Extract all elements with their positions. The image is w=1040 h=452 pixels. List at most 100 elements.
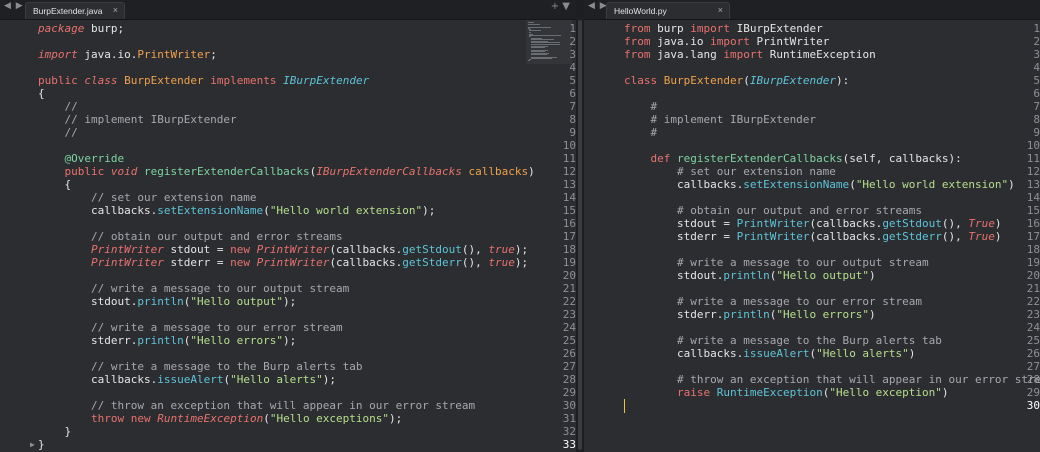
line-number[interactable]: 16: [1016, 217, 1040, 230]
code-text[interactable]: callbacks.setExtensionName("Hello world …: [38, 204, 435, 217]
line-number[interactable]: 3: [1016, 48, 1040, 61]
line-number[interactable]: 5: [1016, 74, 1040, 87]
line-number[interactable]: 31: [550, 412, 576, 425]
code-line[interactable]: 1 from burp import IBurpExtender: [584, 22, 1040, 35]
code-text[interactable]: #: [624, 126, 657, 139]
code-line[interactable]: 27 // write a message to the Burp alerts…: [0, 360, 576, 373]
line-number[interactable]: 27: [1016, 360, 1040, 373]
line-number[interactable]: 18: [550, 243, 576, 256]
code-text[interactable]: //: [38, 100, 77, 113]
code-text[interactable]: package burp;: [38, 22, 124, 35]
code-line[interactable]: 23: [0, 308, 576, 321]
code-line[interactable]: 27: [584, 360, 1040, 373]
code-line[interactable]: 8 # implement IBurpExtender: [584, 113, 1040, 126]
code-line[interactable]: 9 #: [584, 126, 1040, 139]
code-line[interactable]: 14: [584, 191, 1040, 204]
line-number[interactable]: 32: [550, 425, 576, 438]
code-line[interactable]: 28 # throw an exception that will appear…: [584, 373, 1040, 386]
code-line[interactable]: 16 stdout = PrintWriter(callbacks.getStd…: [584, 217, 1040, 230]
line-number[interactable]: 8: [1016, 113, 1040, 126]
code-line[interactable]: 4: [0, 61, 576, 74]
code-text[interactable]: callbacks.issueAlert("Hello alerts");: [38, 373, 336, 386]
code-text[interactable]: raise RuntimeException("Hello exception"…: [624, 386, 949, 399]
code-line[interactable]: 22 # write a message to our error stream: [584, 295, 1040, 308]
code-text[interactable]: public void registerExtenderCallbacks(IB…: [38, 165, 535, 178]
line-number[interactable]: 29: [550, 386, 576, 399]
line-number[interactable]: 33: [550, 438, 576, 451]
line-number[interactable]: 10: [1016, 139, 1040, 152]
code-line[interactable]: 13 callbacks.setExtensionName("Hello wor…: [584, 178, 1040, 191]
line-number[interactable]: 19: [1016, 256, 1040, 269]
code-line[interactable]: 11 def registerExtenderCallbacks(self, c…: [584, 152, 1040, 165]
code-text[interactable]: // write a message to our error stream: [38, 321, 343, 334]
line-number[interactable]: 30: [550, 399, 576, 412]
line-number[interactable]: 21: [1016, 282, 1040, 295]
line-number[interactable]: 13: [1016, 178, 1040, 191]
code-text[interactable]: # write a message to our output stream: [624, 256, 929, 269]
code-text[interactable]: PrintWriter stderr = new PrintWriter(cal…: [38, 256, 528, 269]
code-line[interactable]: 26: [0, 347, 576, 360]
line-number[interactable]: 28: [550, 373, 576, 386]
tab-nav-arrows[interactable]: ◀ ▶: [588, 1, 608, 11]
code-line[interactable]: 10: [0, 139, 576, 152]
code-line[interactable]: 22 stdout.println("Hello output");: [0, 295, 576, 308]
code-line[interactable]: 15 # obtain our output and error streams: [584, 204, 1040, 217]
code-line[interactable]: 12 public void registerExtenderCallbacks…: [0, 165, 577, 178]
code-line[interactable]: 30: [584, 399, 1040, 413]
code-line[interactable]: 16: [0, 217, 576, 230]
code-line[interactable]: 18 PrintWriter stdout = new PrintWriter(…: [0, 243, 576, 256]
code-line[interactable]: 2: [0, 35, 576, 48]
line-number[interactable]: 5: [550, 74, 576, 87]
code-text[interactable]: stderr.println("Hello errors");: [38, 334, 296, 347]
code-line[interactable]: 21 // write a message to our output stre…: [0, 282, 576, 295]
code-line[interactable]: 32 }: [0, 425, 576, 438]
code-text[interactable]: PrintWriter stdout = new PrintWriter(cal…: [38, 243, 528, 256]
code-editor-python[interactable]: 1 from burp import IBurpExtender 2 from jav…: [584, 20, 1040, 452]
code-line[interactable]: 31 throw new RuntimeException("Hello exc…: [0, 412, 576, 425]
tab-burpextender-java[interactable]: BurpExtender.java ×: [25, 2, 125, 19]
line-number[interactable]: 6: [1016, 87, 1040, 100]
line-number[interactable]: 12: [550, 165, 576, 178]
line-number[interactable]: 15: [1016, 204, 1040, 217]
code-line[interactable]: 25 stderr.println("Hello errors");: [0, 334, 576, 347]
code-text[interactable]: throw new RuntimeException("Hello except…: [38, 412, 402, 425]
code-line[interactable]: 4: [584, 61, 1040, 74]
line-number[interactable]: 1: [1016, 22, 1040, 35]
line-number[interactable]: 25: [550, 334, 576, 347]
line-number[interactable]: 14: [1016, 191, 1040, 204]
code-text[interactable]: # write a message to our error stream: [624, 295, 922, 308]
line-number[interactable]: 25: [1016, 334, 1040, 347]
code-line[interactable]: 11 @Override: [0, 152, 577, 165]
code-text[interactable]: @Override: [38, 152, 125, 165]
code-text[interactable]: //: [38, 126, 77, 139]
code-text[interactable]: // obtain our output and error streams: [38, 230, 343, 243]
code-line[interactable]: 23 stderr.println("Hello errors"): [584, 308, 1040, 321]
code-text[interactable]: stderr = PrintWriter(callbacks.getStderr…: [624, 230, 1002, 243]
line-number[interactable]: 8: [550, 113, 576, 126]
close-icon[interactable]: ×: [113, 5, 118, 15]
code-line[interactable]: 10: [584, 139, 1040, 152]
code-text[interactable]: callbacks.issueAlert("Hello alerts"): [624, 347, 915, 360]
line-number[interactable]: 27: [550, 360, 576, 373]
code-line[interactable]: 33} ▶: [0, 438, 576, 451]
code-line[interactable]: 14 // set our extension name: [0, 191, 576, 204]
code-line[interactable]: 13 {: [0, 178, 576, 191]
code-editor-java[interactable]: 1 package burp; 2 3 import java.io.PrintWrit…: [0, 20, 576, 452]
code-line[interactable]: 25 # write a message to the Burp alerts …: [584, 334, 1040, 347]
code-line[interactable]: 9 //: [0, 126, 576, 139]
tab-nav-arrows[interactable]: ◀ ▶: [4, 1, 24, 11]
code-text[interactable]: // implement IBurpExtender: [38, 113, 236, 126]
code-line[interactable]: 8 // implement IBurpExtender: [0, 113, 576, 126]
code-text[interactable]: callbacks.setExtensionName("Hello world …: [624, 178, 1015, 191]
code-line[interactable]: 7 #: [584, 100, 1040, 113]
code-text[interactable]: # set our extension name: [624, 165, 836, 178]
code-text[interactable]: }: [38, 425, 71, 438]
code-line[interactable]: 5 class BurpExtender(IBurpExtender):: [584, 74, 1040, 87]
code-line[interactable]: 1 package burp;: [0, 22, 576, 35]
line-number[interactable]: 9: [1016, 126, 1040, 139]
code-text[interactable]: # obtain our output and error streams: [624, 204, 922, 217]
code-line[interactable]: 17 stderr = PrintWriter(callbacks.getStd…: [584, 230, 1040, 243]
code-line[interactable]: 19 # write a message to our output strea…: [584, 256, 1040, 269]
line-number[interactable]: 15: [550, 204, 576, 217]
tab-helloworld-py[interactable]: HelloWorld.py ×: [606, 2, 730, 19]
